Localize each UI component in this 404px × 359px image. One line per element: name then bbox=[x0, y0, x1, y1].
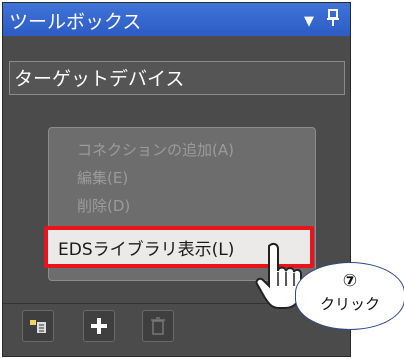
menu-item-add-connection[interactable]: コネクションの追加(A) bbox=[77, 139, 234, 160]
callout-step-number: ⑦ bbox=[342, 271, 358, 291]
toolbox-titlebar: ツールボックス ▼ bbox=[3, 3, 350, 36]
delete-button[interactable] bbox=[142, 310, 174, 342]
target-device-item[interactable]: ターゲットデバイス bbox=[9, 61, 345, 95]
pin-icon[interactable] bbox=[326, 9, 340, 31]
menu-item-delete[interactable]: 削除(D) bbox=[77, 195, 130, 216]
step-callout: ⑦ クリック bbox=[295, 262, 404, 330]
toolbox-title: ツールボックス bbox=[9, 11, 142, 33]
menu-item-show-eds-library-label: EDSライブラリ表示(L) bbox=[58, 240, 235, 260]
target-device-label: ターゲットデバイス bbox=[14, 68, 185, 90]
dropdown-arrow-icon[interactable]: ▼ bbox=[304, 14, 314, 29]
menu-item-edit[interactable]: 編集(E) bbox=[77, 167, 128, 188]
add-icon bbox=[91, 318, 107, 334]
add-button[interactable] bbox=[83, 310, 115, 342]
delete-icon bbox=[151, 317, 165, 335]
device-list-icon bbox=[30, 320, 46, 333]
device-list-button[interactable] bbox=[22, 310, 54, 342]
callout-text: クリック bbox=[319, 295, 380, 313]
